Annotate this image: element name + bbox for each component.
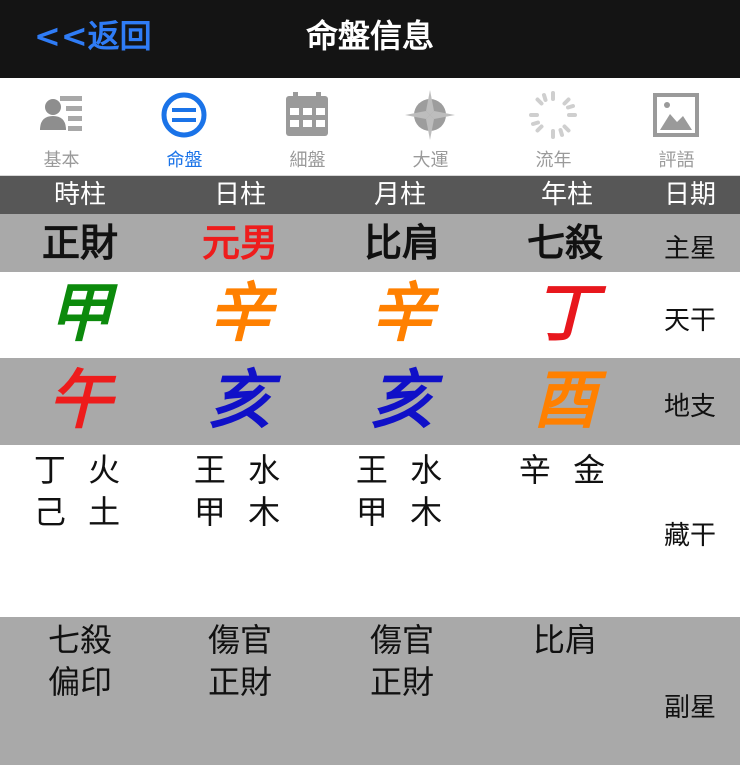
main-star-hour: 正財 — [41, 221, 118, 265]
stem-day: 辛 — [208, 277, 272, 351]
column-header-hour: 時柱 — [53, 180, 106, 210]
hidden-stems-month: 王 水 甲 木 — [355, 451, 449, 531]
branch-month: 亥 — [370, 364, 434, 438]
calendar-grid-icon — [286, 92, 328, 136]
page-title: 命盤信息 — [305, 17, 434, 55]
row-label-heavenly-stem: 天干 — [663, 306, 716, 336]
main-star-year: 七殺 — [526, 221, 603, 265]
main-star-row: 正財 元男 比肩 七殺 主星 — [0, 214, 740, 272]
hidden-stems-year: 辛 金 — [518, 451, 612, 489]
sun-rays-icon — [529, 91, 577, 139]
earthly-branch-row: 午 亥 亥 酉 地支 — [0, 358, 740, 445]
profile-list-icon — [40, 96, 82, 131]
stem-month: 辛 — [370, 277, 434, 351]
tab-annual-luck[interactable]: 流年 — [492, 78, 615, 175]
picture-icon — [653, 93, 699, 137]
stem-hour: 甲 — [48, 277, 112, 351]
tab-bar: 基本 命盤 細盤 大運 流年 評語 — [0, 78, 740, 176]
sub-stars-year: 比肩 — [532, 621, 597, 659]
branch-day: 亥 — [208, 364, 272, 438]
tab-chart[interactable]: 命盤 — [123, 78, 246, 175]
sub-star-row: 七殺 偏印 傷官 正財 傷官 正財 比肩 副星 — [0, 617, 740, 765]
nav-bar: <<返回 命盤信息 — [0, 0, 740, 78]
sub-stars-hour: 七殺 偏印 — [47, 621, 112, 701]
branch-year: 酉 — [533, 364, 597, 438]
tab-major-luck[interactable]: 大運 — [369, 78, 492, 175]
row-label-sub-star: 副星 — [663, 693, 716, 723]
tab-basic[interactable]: 基本 — [0, 78, 123, 175]
heavenly-stem-row: 甲 辛 辛 丁 天干 — [0, 272, 740, 358]
sub-stars-month: 傷官 正財 — [369, 621, 434, 701]
row-label-earthly-branch: 地支 — [663, 392, 716, 422]
column-header-month: 月柱 — [373, 180, 426, 210]
hidden-stems-row: 丁 火 己 土 王 水 甲 木 王 水 甲 木 辛 金 藏干 — [0, 445, 740, 617]
row-label-main-star: 主星 — [663, 234, 716, 264]
hidden-stems-day: 王 水 甲 木 — [193, 451, 287, 531]
main-star-month: 比肩 — [363, 221, 440, 265]
branch-hour: 午 — [48, 364, 112, 438]
tab-detail-chart[interactable]: 細盤 — [246, 78, 369, 175]
sub-stars-day: 傷官 正財 — [207, 621, 272, 701]
tab-comments[interactable]: 評語 — [615, 78, 738, 175]
hidden-stems-hour: 丁 火 己 土 — [33, 451, 127, 531]
column-header-row: 時柱 日柱 月柱 年柱 日期 — [0, 176, 740, 214]
column-header-day: 日柱 — [213, 180, 266, 210]
row-label-hidden-stems: 藏干 — [663, 521, 716, 551]
compass-icon — [405, 90, 455, 140]
column-header-date: 日期 — [663, 180, 716, 210]
chart-disc-icon — [161, 92, 207, 138]
main-star-day: 元男 — [201, 221, 278, 265]
stem-year: 丁 — [533, 277, 597, 351]
